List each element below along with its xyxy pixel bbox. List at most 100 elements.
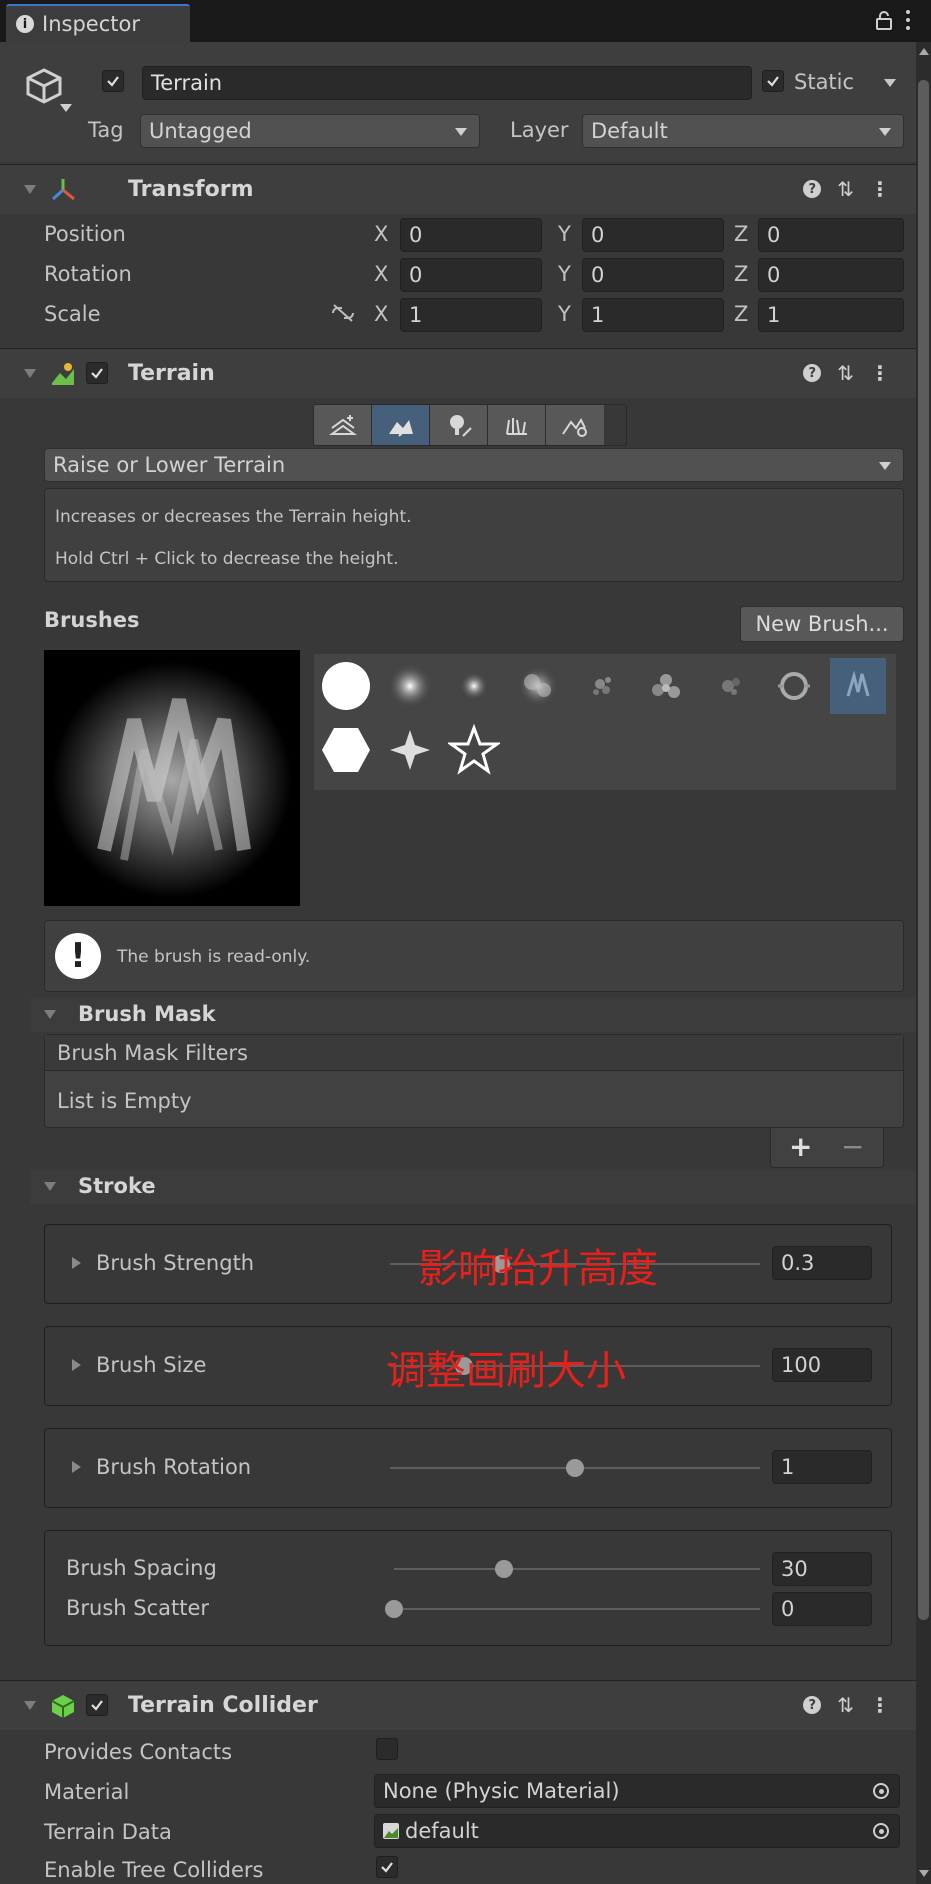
rotation-z-field[interactable]: 0 (758, 258, 904, 292)
axis-y-label: Y (558, 302, 571, 326)
terrain-collider-header[interactable]: Terrain Collider ? ⇅ ⋮ (0, 1680, 916, 1730)
info-icon: i (16, 15, 34, 33)
stroke-foldout[interactable]: Stroke (30, 1170, 916, 1204)
static-checkbox[interactable] (762, 70, 784, 92)
brush-scatter-knob[interactable] (385, 1600, 403, 1618)
remove-filter-button[interactable]: − (841, 1130, 864, 1163)
terrain-enabled-checkbox[interactable] (86, 362, 108, 384)
component-menu-icon[interactable]: ⋮ (870, 1693, 890, 1717)
terrain-tool-dropdown[interactable]: Raise or Lower Terrain (44, 448, 904, 482)
object-name-field[interactable]: Terrain (142, 66, 752, 100)
scale-z-field[interactable]: 1 (758, 298, 904, 332)
rotation-y-field[interactable]: 0 (582, 258, 724, 292)
brush-hexagon[interactable] (318, 722, 374, 778)
brush-mask-foldout[interactable]: Brush Mask (30, 998, 916, 1032)
brush-strength-field[interactable]: 0.3 (772, 1246, 872, 1280)
new-brush-button[interactable]: New Brush... (740, 606, 904, 642)
help-icon[interactable]: ? (803, 364, 822, 382)
brush-noise-2[interactable] (638, 658, 694, 714)
brush-ring[interactable] (766, 658, 822, 714)
layer-label: Layer (510, 118, 569, 142)
brush-noise-1[interactable] (574, 658, 630, 714)
presets-icon[interactable]: ⇅ (837, 361, 854, 385)
help-icon[interactable]: ? (803, 1696, 822, 1714)
terrain-header[interactable]: Terrain ? ⇅ ⋮ (0, 348, 916, 398)
brush-spacing-knob[interactable] (494, 1560, 513, 1578)
scale-y-field[interactable]: 1 (582, 298, 724, 332)
foldout-arrow-icon[interactable] (24, 1701, 36, 1710)
help-line-2: Hold Ctrl + Click to decrease the height… (55, 549, 399, 569)
brush-spacing-track[interactable] (394, 1568, 760, 1570)
presets-icon[interactable]: ⇅ (837, 177, 854, 201)
brush-rotation-label: Brush Rotation (96, 1455, 252, 1479)
inspector-tab-label: Inspector (42, 12, 140, 36)
component-menu-icon[interactable]: ⋮ (870, 177, 890, 201)
brush-cloud[interactable] (510, 658, 566, 714)
brush-streaks-selected[interactable] (830, 658, 886, 714)
lock-icon[interactable] (876, 10, 892, 30)
expand-arrow-icon[interactable] (72, 1461, 81, 1473)
position-x-field[interactable]: 0 (400, 218, 542, 252)
brush-rotation-knob[interactable] (566, 1459, 584, 1477)
noise-brush-icon (593, 677, 611, 695)
enable-tree-colliders-checkbox[interactable] (376, 1856, 398, 1878)
brush-rotation-field[interactable]: 1 (772, 1450, 872, 1484)
foldout-arrow-icon[interactable] (24, 369, 36, 378)
tag-dropdown[interactable]: Untagged (140, 114, 480, 148)
scroll-up-icon[interactable] (919, 48, 929, 55)
brush-size-field[interactable]: 100 (772, 1348, 872, 1382)
scroll-down-icon[interactable] (919, 1870, 929, 1877)
provides-contacts-checkbox[interactable] (376, 1738, 398, 1760)
scrollbar-thumb[interactable] (918, 80, 929, 1620)
static-dropdown-arrow[interactable] (884, 79, 896, 87)
terrain-collider-title: Terrain Collider (128, 1693, 318, 1718)
transform-header[interactable]: Transform ? ⇅ ⋮ (0, 164, 916, 214)
terrain-title: Terrain (128, 361, 215, 386)
terrain-settings-tool[interactable] (546, 405, 604, 445)
layer-dropdown[interactable]: Default (582, 114, 904, 148)
paint-terrain-tool[interactable] (372, 405, 430, 445)
component-menu-icon[interactable]: ⋮ (870, 361, 890, 385)
object-picker-icon[interactable] (873, 1823, 889, 1839)
paint-details-tool[interactable] (488, 405, 546, 445)
brush-star-soft[interactable] (382, 722, 438, 778)
axis-x-label: X (374, 262, 389, 286)
foldout-arrow-icon[interactable] (44, 1010, 56, 1019)
position-y-field[interactable]: 0 (582, 218, 724, 252)
brush-hard-circle[interactable] (318, 658, 374, 714)
rotation-x-field[interactable]: 0 (400, 258, 542, 292)
brush-size-label: Brush Size (96, 1353, 207, 1377)
active-checkbox[interactable] (102, 70, 124, 92)
icon-dropdown-arrow[interactable] (60, 104, 72, 112)
expand-arrow-icon[interactable] (72, 1257, 81, 1269)
stroke-title: Stroke (78, 1174, 156, 1198)
expand-arrow-icon[interactable] (72, 1359, 81, 1371)
brush-noise-3[interactable] (702, 658, 758, 714)
paint-trees-tool[interactable] (430, 405, 488, 445)
constrain-proportions-icon[interactable] (330, 302, 356, 324)
add-filter-button[interactable]: + (789, 1130, 812, 1163)
terrain-data-field[interactable]: default (374, 1814, 900, 1848)
object-picker-icon[interactable] (873, 1783, 889, 1799)
position-z-field[interactable]: 0 (758, 218, 904, 252)
brush-spacing-field[interactable]: 30 (772, 1552, 872, 1586)
brush-scatter-track[interactable] (394, 1608, 760, 1610)
brush-scatter-field[interactable]: 0 (772, 1592, 872, 1626)
tab-menu-icon[interactable] (906, 10, 912, 30)
create-neighbor-terrains-tool[interactable] (314, 405, 372, 445)
brush-soft-large[interactable] (382, 658, 438, 714)
foldout-arrow-icon[interactable] (44, 1182, 56, 1191)
presets-icon[interactable]: ⇅ (837, 1693, 854, 1717)
create-neighbor-icon (328, 415, 357, 435)
gameobject-cube-icon[interactable] (22, 64, 66, 108)
material-field[interactable]: None (Physic Material) (374, 1774, 900, 1808)
brush-size-annotation: 调整画刷大小 (386, 1348, 626, 1394)
scale-x-field[interactable]: 1 (400, 298, 542, 332)
help-icon[interactable]: ? (803, 180, 822, 198)
collider-enabled-checkbox[interactable] (86, 1694, 108, 1716)
brush-soft-small[interactable] (446, 658, 502, 714)
rotation-label: Rotation (44, 262, 132, 286)
inspector-tab[interactable]: i Inspector (6, 4, 190, 42)
brush-star-outline[interactable] (446, 722, 502, 778)
foldout-arrow-icon[interactable] (24, 185, 36, 194)
